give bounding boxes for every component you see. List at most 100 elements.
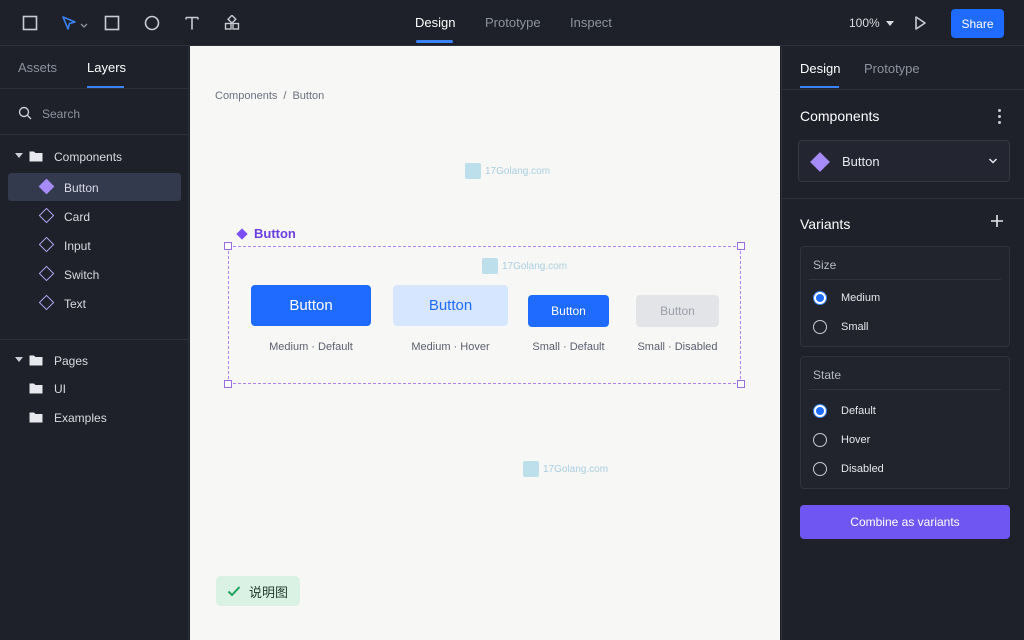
move-tool-icon[interactable] xyxy=(58,12,80,34)
tree-group-pages[interactable]: Pages xyxy=(0,346,189,374)
resize-handle[interactable] xyxy=(224,380,232,388)
state-property-group: State Default Hover Disabled xyxy=(800,356,1010,489)
play-icon[interactable] xyxy=(909,12,931,34)
state-title: State xyxy=(813,368,842,382)
component-icon xyxy=(38,178,55,195)
component-icon xyxy=(236,227,248,240)
component-icon xyxy=(810,152,830,172)
layer-item-switch[interactable]: Switch xyxy=(0,260,189,288)
zoom-dropdown[interactable]: 100% xyxy=(849,16,894,30)
state-option-default[interactable]: Default xyxy=(813,404,876,418)
tab-active-indicator xyxy=(416,40,453,43)
chevron-down-icon xyxy=(988,158,998,164)
page-item-label: Examples xyxy=(54,411,107,425)
layer-item-label: Text xyxy=(64,297,87,311)
ellipse-tool-icon[interactable] xyxy=(141,12,163,34)
component-icon xyxy=(38,265,55,282)
tab-design[interactable]: Design xyxy=(800,61,840,76)
component-icon xyxy=(38,236,55,253)
search-icon xyxy=(18,106,32,120)
top-toolbar: Design Prototype Inspect 100% Share xyxy=(0,0,1024,46)
design-tab-indicator xyxy=(800,86,839,88)
folder-icon xyxy=(29,355,43,366)
layer-item-card[interactable]: Card xyxy=(0,202,189,230)
tab-assets[interactable]: Assets xyxy=(18,60,57,75)
divider xyxy=(782,198,1024,199)
folder-icon xyxy=(29,383,43,394)
page-item-ui[interactable]: UI xyxy=(0,374,189,402)
combine-as-variants-button[interactable]: Combine as variants xyxy=(800,505,1010,539)
breadcrumb-item[interactable]: Button xyxy=(292,90,324,102)
tree-group-components[interactable]: Components xyxy=(0,142,189,170)
more-options-icon[interactable] xyxy=(998,109,1002,124)
tab-prototype[interactable]: Prototype xyxy=(485,15,541,30)
variant-caption: Small · Default xyxy=(532,341,605,353)
layer-item-text[interactable]: Text xyxy=(0,289,189,317)
resize-handle[interactable] xyxy=(737,242,745,250)
layers-search-input[interactable]: Search xyxy=(0,98,189,128)
size-option-small[interactable]: Small xyxy=(813,320,869,334)
radio-label: Default xyxy=(841,405,876,417)
tab-inspect[interactable]: Inspect xyxy=(570,15,612,30)
tab-prototype[interactable]: Prototype xyxy=(864,61,920,76)
frame-tool-icon[interactable] xyxy=(19,12,41,34)
radio-button[interactable] xyxy=(813,433,827,447)
chevron-down-icon[interactable] xyxy=(15,153,23,158)
size-option-medium[interactable]: Medium xyxy=(813,291,880,305)
state-option-disabled[interactable]: Disabled xyxy=(813,462,884,476)
button-small-default[interactable]: Button xyxy=(528,295,609,327)
tree-group-label: Pages xyxy=(54,354,89,368)
component-icon xyxy=(38,207,55,224)
tab-design[interactable]: Design xyxy=(415,15,455,30)
divider xyxy=(809,279,1001,280)
zoom-value: 100% xyxy=(849,16,880,30)
watermark-text: 17Golang.com xyxy=(485,165,551,177)
component-select[interactable]: Button xyxy=(798,140,1010,182)
button-small-disabled[interactable]: Button xyxy=(636,295,719,327)
page-item-examples[interactable]: Examples xyxy=(0,403,189,431)
layer-item-input[interactable]: Input xyxy=(0,231,189,259)
watermark: 17Golang.com xyxy=(482,258,567,274)
radio-button[interactable] xyxy=(813,404,827,418)
check-icon xyxy=(227,586,241,597)
text-tool-icon[interactable] xyxy=(181,12,203,34)
rectangle-tool-icon[interactable] xyxy=(101,12,123,34)
divider xyxy=(809,389,1001,390)
state-option-hover[interactable]: Hover xyxy=(813,433,870,447)
size-property-group: Size Medium Small xyxy=(800,246,1010,347)
radio-button[interactable] xyxy=(813,462,827,476)
watermark-text: 17Golang.com xyxy=(543,463,609,475)
layer-item-button[interactable]: Button xyxy=(8,173,181,201)
button-medium-hover[interactable]: Button xyxy=(393,285,508,326)
radio-label: Disabled xyxy=(841,463,884,475)
divider xyxy=(0,134,189,135)
explanation-badge: 说明图 xyxy=(216,576,300,606)
radio-button[interactable] xyxy=(813,291,827,305)
properties-panel: Design Prototype Components Button Varia… xyxy=(781,46,1024,640)
size-title: Size xyxy=(813,258,837,272)
watermark: 17Golang.com xyxy=(465,163,550,179)
tab-layers[interactable]: Layers xyxy=(87,60,126,75)
add-variant-icon[interactable] xyxy=(990,214,1004,228)
chevron-down-icon[interactable] xyxy=(15,357,23,362)
folder-icon xyxy=(29,412,43,423)
components-tool-icon[interactable] xyxy=(221,12,243,34)
layer-item-label: Card xyxy=(64,210,91,224)
share-button[interactable]: Share xyxy=(951,9,1004,38)
breadcrumb-item[interactable]: Components xyxy=(215,90,277,102)
layer-item-label: Button xyxy=(64,181,99,195)
component-select-value: Button xyxy=(842,154,880,169)
watermark-text: 17Golang.com xyxy=(502,260,568,272)
move-tool-dropdown-icon[interactable] xyxy=(80,19,88,28)
design-canvas[interactable]: Components / Button 17Golang.com Button … xyxy=(190,46,780,640)
folder-icon xyxy=(29,151,43,162)
resize-handle[interactable] xyxy=(737,380,745,388)
frame-label[interactable]: Button xyxy=(236,226,296,241)
variants-heading: Variants xyxy=(800,216,851,232)
radio-button[interactable] xyxy=(813,320,827,334)
divider xyxy=(0,88,189,89)
radio-label: Hover xyxy=(841,434,871,446)
resize-handle[interactable] xyxy=(224,242,232,250)
button-medium-default[interactable]: Button xyxy=(251,285,371,326)
breadcrumb: Components / Button xyxy=(215,90,324,102)
